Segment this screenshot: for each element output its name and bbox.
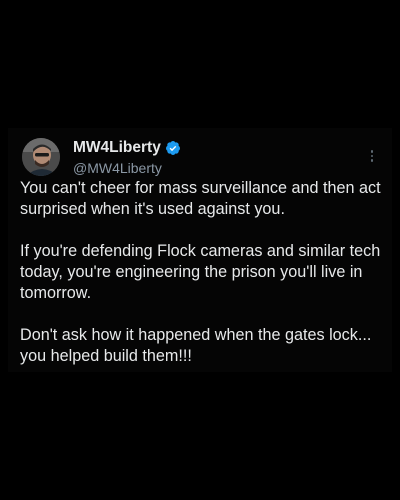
avatar-photo-icon <box>22 138 60 176</box>
more-dot <box>370 154 374 158</box>
post-card[interactable]: MW4Liberty @MW4Liberty You can't cheer f… <box>8 128 392 372</box>
avatar[interactable] <box>22 138 60 176</box>
post-header: MW4Liberty @MW4Liberty <box>18 134 382 178</box>
author-handle[interactable]: @MW4Liberty <box>73 160 162 176</box>
more-dot <box>370 150 374 153</box>
post-paragraph-1: You can't cheer for mass surveillance an… <box>20 179 381 218</box>
post-body: You can't cheer for mass surveillance an… <box>20 178 382 367</box>
verified-badge-icon <box>165 141 180 155</box>
post-paragraph-2: If you're defending Flock cameras and si… <box>20 242 381 302</box>
more-options-icon[interactable] <box>366 146 378 166</box>
author-display-name[interactable]: MW4Liberty <box>73 139 161 157</box>
author-name-row: MW4Liberty <box>73 138 181 158</box>
post-paragraph-3: Don't ask how it happened when the gates… <box>20 326 372 365</box>
more-dot <box>370 159 374 162</box>
